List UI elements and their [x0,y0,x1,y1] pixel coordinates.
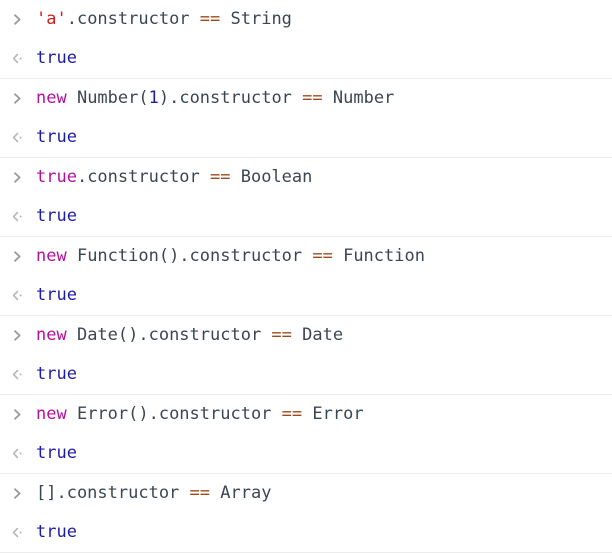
console-output-value: true [36,285,77,305]
token-number: 1 [148,88,159,108]
js-console-log[interactable]: 'a'.constructor == String true new Number(… [0,0,612,553]
console-output-value: true [36,522,77,542]
token-plain: Function().constructor [66,246,313,266]
console-input-line[interactable]: true.constructor == Boolean [0,158,612,197]
token-string: 'a' [36,9,67,29]
token-plain: Date [291,325,344,345]
console-entry: [].constructor == Array true [0,474,612,553]
token-plain: Error [302,404,364,424]
console-input-expression: 'a'.constructor == String [36,0,292,39]
token-plain: Function [332,246,425,266]
chevron-right-icon [8,92,36,105]
console-input-line[interactable]: new Number(1).constructor == Number [0,79,612,118]
token-operator: == [199,9,221,29]
chevron-right-icon [8,13,36,26]
console-output-line[interactable]: true [0,197,612,236]
console-entry: new Error().constructor == Error true [0,395,612,474]
console-input-expression: new Number(1).constructor == Number [36,79,394,118]
chevron-left-dot-icon [8,131,36,144]
console-input-line[interactable]: 'a'.constructor == String [0,0,612,39]
token-operator: == [210,167,231,187]
chevron-right-icon [8,487,36,500]
token-plain: String [220,9,292,29]
console-output-line[interactable]: true [0,118,612,157]
token-keyword: new [36,246,67,266]
console-input-expression: new Date().constructor == Date [36,316,343,355]
token-plain: Array [210,483,272,503]
console-output-value: true [36,364,77,384]
console-input-expression: new Error().constructor == Error [36,395,364,434]
console-output-value: true [36,443,77,463]
chevron-left-dot-icon [8,368,36,381]
token-plain: .constructor [76,167,211,187]
console-input-expression: new Function().constructor == Function [36,237,425,276]
console-entry: 'a'.constructor == String true [0,0,612,79]
token-operator: == [281,404,303,424]
chevron-right-icon [8,408,36,421]
token-keyword: new [36,404,67,424]
token-keyword: new [36,325,67,345]
console-entry: true.constructor == Boolean true [0,158,612,237]
token-plain: Boolean [230,167,313,187]
console-output-line[interactable]: true [0,39,612,78]
chevron-right-icon [8,171,36,184]
console-input-expression: true.constructor == Boolean [36,158,312,197]
console-input-line[interactable]: new Function().constructor == Function [0,237,612,276]
chevron-left-dot-icon [8,289,36,302]
chevron-right-icon [8,250,36,263]
console-output-value: true [36,48,77,68]
token-plain: Error().constructor [66,404,282,424]
token-plain: ).constructor [158,88,303,108]
chevron-left-dot-icon [8,447,36,460]
token-operator: == [312,246,333,266]
console-output-value: true [36,206,77,226]
console-output-line[interactable]: true [0,434,612,473]
console-entry: new Date().constructor == Date true [0,316,612,395]
token-keyword: new [36,88,67,108]
token-plain: .constructor [66,9,200,29]
console-input-expression: [].constructor == Array [36,474,271,513]
token-plain: [].constructor [36,483,190,503]
console-entry: new Function().constructor == Function tr… [0,237,612,316]
token-plain: Number [322,88,395,108]
console-output-line[interactable]: true [0,513,612,552]
console-input-line[interactable]: new Error().constructor == Error [0,395,612,434]
console-input-line[interactable]: new Date().constructor == Date [0,316,612,355]
console-output-value: true [36,127,77,147]
console-output-line[interactable]: true [0,355,612,394]
console-output-line[interactable]: true [0,276,612,315]
chevron-right-icon [8,329,36,342]
token-keyword: true [36,167,77,187]
token-plain: Number( [66,88,149,108]
token-operator: == [271,325,292,345]
chevron-left-dot-icon [8,210,36,223]
chevron-left-dot-icon [8,52,36,65]
console-entry: new Number(1).constructor == Number true [0,79,612,158]
console-input-line[interactable]: [].constructor == Array [0,474,612,513]
chevron-left-dot-icon [8,526,36,539]
token-operator: == [302,88,323,108]
token-plain: Date().constructor [66,325,272,345]
token-operator: == [189,483,211,503]
